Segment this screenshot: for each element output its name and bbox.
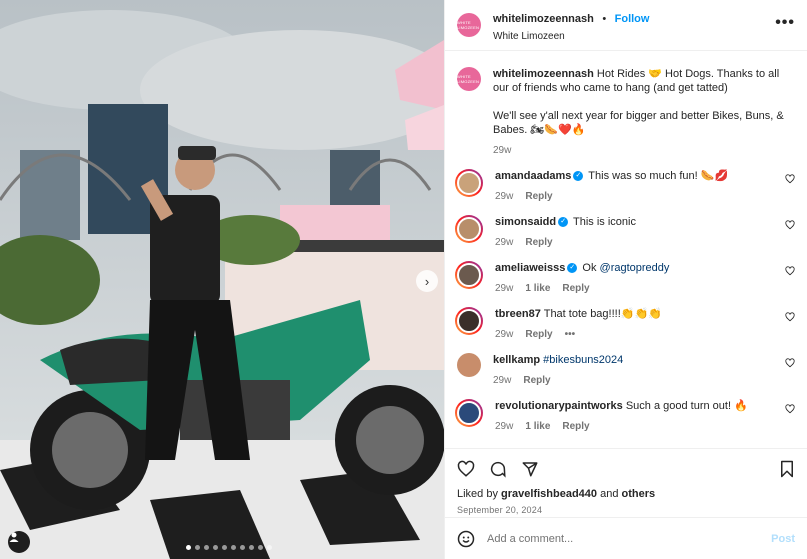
comment-text: Such a good turn out! 🔥 <box>625 400 748 412</box>
commenter-avatar[interactable] <box>455 307 483 335</box>
carousel-dot <box>213 545 218 550</box>
user-tag-icon <box>9 532 19 542</box>
post-details-panel: WHITE LIMOZEEN whitelimozeennash • Follo… <box>444 0 807 559</box>
author-username[interactable]: whitelimozeennash <box>493 13 594 25</box>
carousel-dot <box>231 545 236 550</box>
comment-like-icon[interactable] <box>785 220 795 230</box>
commenter-avatar[interactable] <box>455 215 483 243</box>
comment-item: simonsaidd ✓ This is iconic 29w Reply <box>455 215 795 248</box>
comment-likes[interactable]: 1 like <box>525 283 550 294</box>
liked-and: and <box>600 488 619 500</box>
comment-time[interactable]: 29w <box>495 237 513 248</box>
carousel-dot <box>186 545 191 550</box>
bookmark-icon[interactable] <box>779 460 795 478</box>
carousel-dots <box>186 545 272 550</box>
comment-like-icon[interactable] <box>785 312 795 322</box>
action-bar <box>445 448 807 488</box>
carousel-dot <box>222 545 227 550</box>
more-options-button[interactable]: ••• <box>775 14 795 32</box>
comment-time[interactable]: 29w <box>495 421 513 432</box>
comment-reply-button[interactable]: Reply <box>525 237 552 248</box>
comment-time[interactable]: 29w <box>495 283 513 294</box>
comment-item: ameliaweisss ✓ Ok @ragtopreddy 29w 1 like Re… <box>455 261 795 294</box>
emoji-icon[interactable] <box>457 530 475 548</box>
likes-summary: Liked by gravelfishbead440 and others <box>445 488 807 500</box>
comment-more-button[interactable]: ••• <box>565 329 576 340</box>
comment-like-icon[interactable] <box>785 358 795 368</box>
comment-mention[interactable]: @ragtopreddy <box>600 262 670 274</box>
comment-like-icon[interactable] <box>785 404 795 414</box>
carousel-dot <box>249 545 254 550</box>
add-comment-bar: Add a comment... Post <box>445 517 807 559</box>
liked-user[interactable]: gravelfishbead440 <box>501 488 597 500</box>
share-icon[interactable] <box>521 460 539 478</box>
commenter-avatar[interactable] <box>455 399 483 427</box>
carousel-dot <box>195 545 200 550</box>
post-date[interactable]: September 20, 2024 <box>445 500 807 515</box>
caption: WHITE LIMOZEEN whitelimozeennash Hot Rid… <box>457 67 795 156</box>
carousel-dot <box>267 545 272 550</box>
post-header: WHITE LIMOZEEN whitelimozeennash • Follo… <box>445 0 807 51</box>
header-separator: • <box>602 12 607 25</box>
commenter-username[interactable]: ameliaweisss <box>495 262 565 274</box>
commenter-avatar[interactable] <box>455 261 483 289</box>
chevron-right-icon: › <box>424 273 430 289</box>
commenter-avatar[interactable] <box>455 169 483 197</box>
liked-prefix: Liked by <box>457 488 498 500</box>
commenter-username[interactable]: tbreen87 <box>495 308 541 320</box>
commenter-username[interactable]: simonsaidd <box>495 216 556 228</box>
carousel-dot <box>258 545 263 550</box>
post-comment-button[interactable]: Post <box>771 533 795 545</box>
comment-text: That tote bag!!!!👏👏👏 <box>543 308 662 320</box>
comment-time[interactable]: 29w <box>495 329 513 340</box>
comment-list: amandaadams ✓ This was so much fun! 🌭💋 29w… <box>455 169 795 432</box>
comment-reply-button[interactable]: Reply <box>562 283 589 294</box>
comment-text: This was so much fun! 🌭💋 <box>588 170 729 182</box>
user-tag-button[interactable] <box>8 531 30 553</box>
comment-like-icon[interactable] <box>785 174 795 184</box>
commenter-username[interactable]: revolutionarypaintworks <box>495 400 623 412</box>
commenter-username[interactable]: kellkamp <box>493 354 540 366</box>
comment-likes[interactable]: 1 like <box>525 421 550 432</box>
carousel-dot <box>240 545 245 550</box>
comment-text: Ok <box>582 262 600 274</box>
heart-icon[interactable] <box>457 460 475 478</box>
caption-line2: We'll see y'all next year for bigger and… <box>493 110 784 136</box>
comment-icon[interactable] <box>489 460 507 478</box>
carousel-dot <box>204 545 209 550</box>
comment-like-icon[interactable] <box>785 266 795 276</box>
next-photo-button[interactable]: › <box>416 270 438 292</box>
comment-reply-button[interactable]: Reply <box>523 375 550 386</box>
author-avatar[interactable]: WHITE LIMOZEEN <box>457 13 481 37</box>
comment-time[interactable]: 29w <box>495 191 513 202</box>
comment-time[interactable]: 29w <box>493 375 511 386</box>
liked-others[interactable]: others <box>622 488 656 500</box>
comment-hashtag[interactable]: #bikesbuns2024 <box>543 354 623 366</box>
post-photo[interactable]: › <box>0 0 444 559</box>
comment-item: revolutionarypaintworks Such a good turn… <box>455 399 795 432</box>
commenter-avatar[interactable] <box>457 353 481 377</box>
caption-time[interactable]: 29w <box>493 145 511 156</box>
comment-input[interactable]: Add a comment... <box>487 533 771 545</box>
verified-badge-icon: ✓ <box>567 263 578 274</box>
follow-button[interactable]: Follow <box>615 13 650 25</box>
caption-username[interactable]: whitelimozeennash <box>493 68 594 80</box>
comment-item: amandaadams ✓ This was so much fun! 🌭💋 29w… <box>455 169 795 202</box>
comment-reply-button[interactable]: Reply <box>562 421 589 432</box>
caption-avatar[interactable]: WHITE LIMOZEEN <box>457 67 481 91</box>
comment-item: tbreen87 That tote bag!!!!👏👏👏 29w Reply ••• <box>455 307 795 340</box>
verified-badge-icon: ✓ <box>558 217 569 228</box>
comment-text: This is iconic <box>572 216 636 228</box>
comment-item: kellkamp #bikesbuns2024 29w Reply <box>457 353 795 386</box>
photo-illustration <box>0 0 444 559</box>
comment-reply-button[interactable]: Reply <box>525 329 552 340</box>
author-subtitle[interactable]: White Limozeen <box>493 31 649 42</box>
comment-reply-button[interactable]: Reply <box>525 191 552 202</box>
commenter-username[interactable]: amandaadams <box>495 170 571 182</box>
post-footer: Liked by gravelfishbead440 and others Se… <box>445 448 807 515</box>
post-modal: › WHITE LIMOZEEN whitelimozeennash • Fol… <box>0 0 807 559</box>
verified-badge-icon: ✓ <box>573 171 584 182</box>
